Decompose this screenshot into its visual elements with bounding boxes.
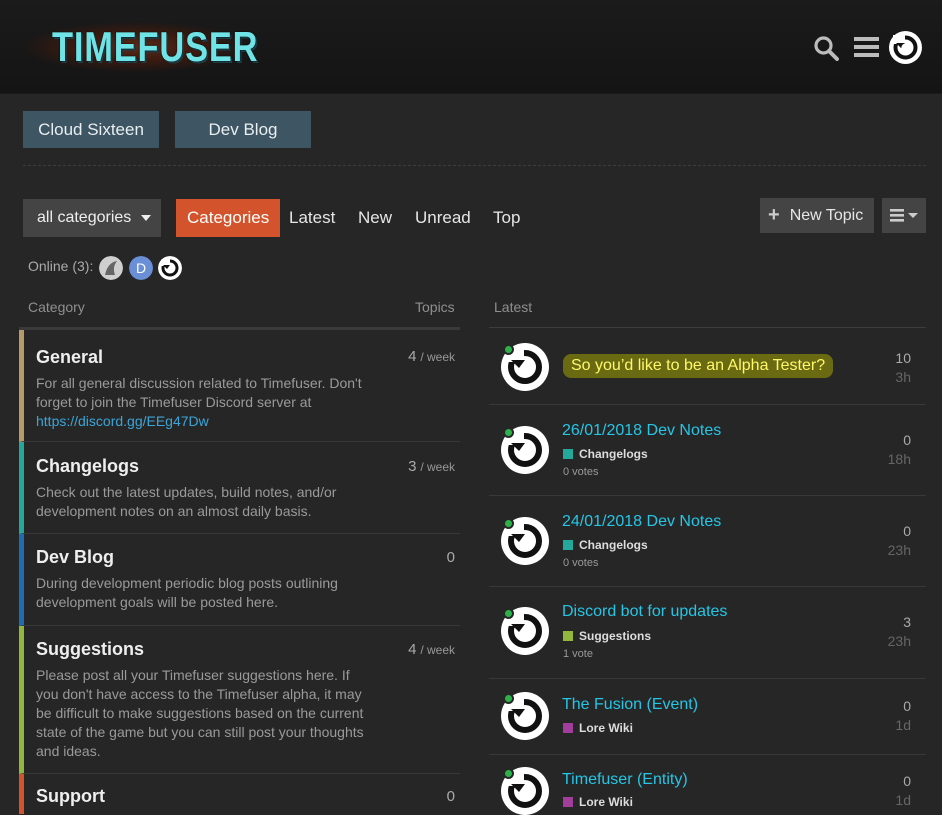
view-options-button[interactable] bbox=[882, 198, 926, 233]
online-status-dot bbox=[503, 344, 514, 355]
category-name[interactable]: Suggestions bbox=[36, 639, 144, 660]
topic-age[interactable]: 23h bbox=[888, 633, 911, 649]
category-description: For all general discussion related to Ti… bbox=[36, 375, 362, 429]
topic-title[interactable]: So you’d like to be an Alpha Tester? bbox=[563, 354, 834, 378]
discord-link[interactable]: https://discord.gg/EEg47Dw bbox=[36, 413, 209, 429]
site-header: TIMEFUSER bbox=[0, 0, 942, 94]
topic-count: 4 / week bbox=[408, 641, 455, 658]
tab-categories[interactable]: Categories bbox=[176, 199, 281, 237]
category-row-dev-blog[interactable]: Dev Blog 0 During development periodic b… bbox=[19, 534, 460, 626]
latest-topic-list: So you’d like to be an Alpha Tester? 10 … bbox=[489, 327, 926, 815]
hamburger-menu-icon[interactable] bbox=[854, 36, 879, 58]
vote-count: 1 vote bbox=[563, 648, 593, 660]
latest-topic-row[interactable]: 26/01/2018 Dev Notes Changelogs 0 votes … bbox=[489, 405, 926, 496]
category-description: Check out the latest updates, build note… bbox=[36, 484, 337, 519]
topic-title[interactable]: 24/01/2018 Dev Notes bbox=[562, 513, 721, 531]
topic-age[interactable]: 1d bbox=[895, 792, 911, 808]
topic-age[interactable]: 1d bbox=[895, 717, 911, 733]
reply-count: 0 bbox=[903, 698, 911, 714]
category-dropdown-label: all categories bbox=[37, 209, 132, 226]
category-dropdown[interactable]: all categories bbox=[23, 199, 161, 237]
category-row-support[interactable]: Support 0 bbox=[19, 774, 460, 814]
latest-topic-row[interactable]: Timefuser (Entity) Lore Wiki 0 1d bbox=[489, 755, 926, 815]
topic-category-badge[interactable]: Suggestions bbox=[563, 629, 651, 643]
category-name[interactable]: Dev Blog bbox=[36, 547, 114, 568]
topic-category-badge[interactable]: Changelogs bbox=[563, 447, 648, 461]
category-color-swatch bbox=[563, 449, 573, 459]
category-color-swatch bbox=[563, 723, 573, 733]
plus-icon: + bbox=[768, 204, 780, 226]
topic-category-badge[interactable]: Lore Wiki bbox=[563, 795, 633, 809]
category-color-swatch bbox=[563, 631, 573, 641]
category-name[interactable]: Support bbox=[36, 786, 105, 807]
topic-category-badge[interactable]: Lore Wiki bbox=[563, 721, 633, 735]
category-color-swatch bbox=[563, 797, 573, 807]
category-column-header: Category bbox=[28, 299, 85, 315]
tab-latest[interactable]: Latest bbox=[289, 199, 335, 237]
topic-count: 3 / week bbox=[408, 458, 455, 475]
online-user-avatar[interactable]: D bbox=[129, 256, 153, 280]
topic-category-badge[interactable]: Changelogs bbox=[563, 538, 648, 552]
category-name[interactable]: Changelogs bbox=[36, 456, 139, 477]
online-status-dot bbox=[503, 693, 514, 704]
category-list: General 4 / week For all general discuss… bbox=[19, 327, 460, 814]
topic-title[interactable]: Discord bot for updates bbox=[562, 603, 727, 621]
category-row-general[interactable]: General 4 / week For all general discuss… bbox=[19, 330, 460, 442]
topic-count: 0 bbox=[446, 549, 455, 566]
latest-topic-row[interactable]: The Fusion (Event) Lore Wiki 0 1d bbox=[489, 679, 926, 755]
reply-count: 10 bbox=[895, 350, 911, 366]
online-user-avatar[interactable] bbox=[158, 256, 182, 280]
vote-count: 0 votes bbox=[563, 557, 599, 569]
list-menu-icon bbox=[890, 209, 918, 222]
reply-count: 0 bbox=[903, 432, 911, 448]
tab-unread[interactable]: Unread bbox=[415, 199, 471, 237]
nav-button-label: Cloud Sixteen bbox=[38, 119, 144, 139]
category-description: Please post all your Timefuser suggestio… bbox=[36, 667, 364, 759]
topic-title[interactable]: The Fusion (Event) bbox=[562, 696, 698, 714]
nav-button-cloud-sixteen[interactable]: Cloud Sixteen bbox=[23, 111, 159, 148]
reply-count: 3 bbox=[903, 614, 911, 630]
online-status-dot bbox=[503, 518, 514, 529]
topic-title[interactable]: Timefuser (Entity) bbox=[562, 771, 688, 789]
category-name[interactable]: General bbox=[36, 347, 103, 368]
online-status-dot bbox=[503, 427, 514, 438]
category-row-suggestions[interactable]: Suggestions 4 / week Please post all you… bbox=[19, 626, 460, 774]
topic-age[interactable]: 3h bbox=[895, 369, 911, 385]
reply-count: 0 bbox=[903, 773, 911, 789]
vote-count: 0 votes bbox=[563, 466, 599, 478]
latest-column-header: Latest bbox=[494, 299, 533, 315]
latest-topic-row[interactable]: 24/01/2018 Dev Notes Changelogs 0 votes … bbox=[489, 496, 926, 587]
nav-button-label: Dev Blog bbox=[208, 119, 278, 139]
divider bbox=[23, 165, 926, 166]
topic-age[interactable]: 18h bbox=[888, 451, 911, 467]
new-topic-label: New Topic bbox=[789, 206, 864, 224]
latest-topic-row[interactable]: So you’d like to be an Alpha Tester? 10 … bbox=[489, 328, 926, 405]
topic-count: 4 / week bbox=[408, 348, 455, 365]
topics-column-header: Topics bbox=[415, 299, 455, 315]
search-icon[interactable] bbox=[813, 35, 839, 61]
online-user-avatar[interactable] bbox=[99, 256, 123, 280]
category-row-changelogs[interactable]: Changelogs 3 / week Check out the latest… bbox=[19, 442, 460, 534]
caret-down-icon bbox=[141, 215, 151, 221]
tab-new[interactable]: New bbox=[358, 199, 392, 237]
logo-text: TIMEFUSER bbox=[52, 23, 259, 70]
timefuser-logo[interactable]: TIMEFUSER bbox=[24, 22, 258, 72]
user-avatar[interactable] bbox=[889, 31, 922, 64]
reply-count: 0 bbox=[903, 523, 911, 539]
tab-top[interactable]: Top bbox=[493, 199, 520, 237]
topic-age[interactable]: 23h bbox=[888, 542, 911, 558]
nav-button-dev-blog[interactable]: Dev Blog bbox=[175, 111, 311, 148]
online-status-dot bbox=[503, 608, 514, 619]
topic-title[interactable]: 26/01/2018 Dev Notes bbox=[562, 422, 721, 440]
category-description: During development periodic blog posts o… bbox=[36, 575, 338, 610]
topic-count: 0 bbox=[446, 788, 455, 805]
avatar-initial: D bbox=[136, 260, 146, 276]
latest-topic-row[interactable]: Discord bot for updates Suggestions 1 vo… bbox=[489, 587, 926, 679]
new-topic-button[interactable]: + New Topic bbox=[760, 198, 874, 233]
category-color-swatch bbox=[563, 540, 573, 550]
online-users-label: Online (3): bbox=[28, 258, 94, 274]
online-status-dot bbox=[503, 768, 514, 779]
